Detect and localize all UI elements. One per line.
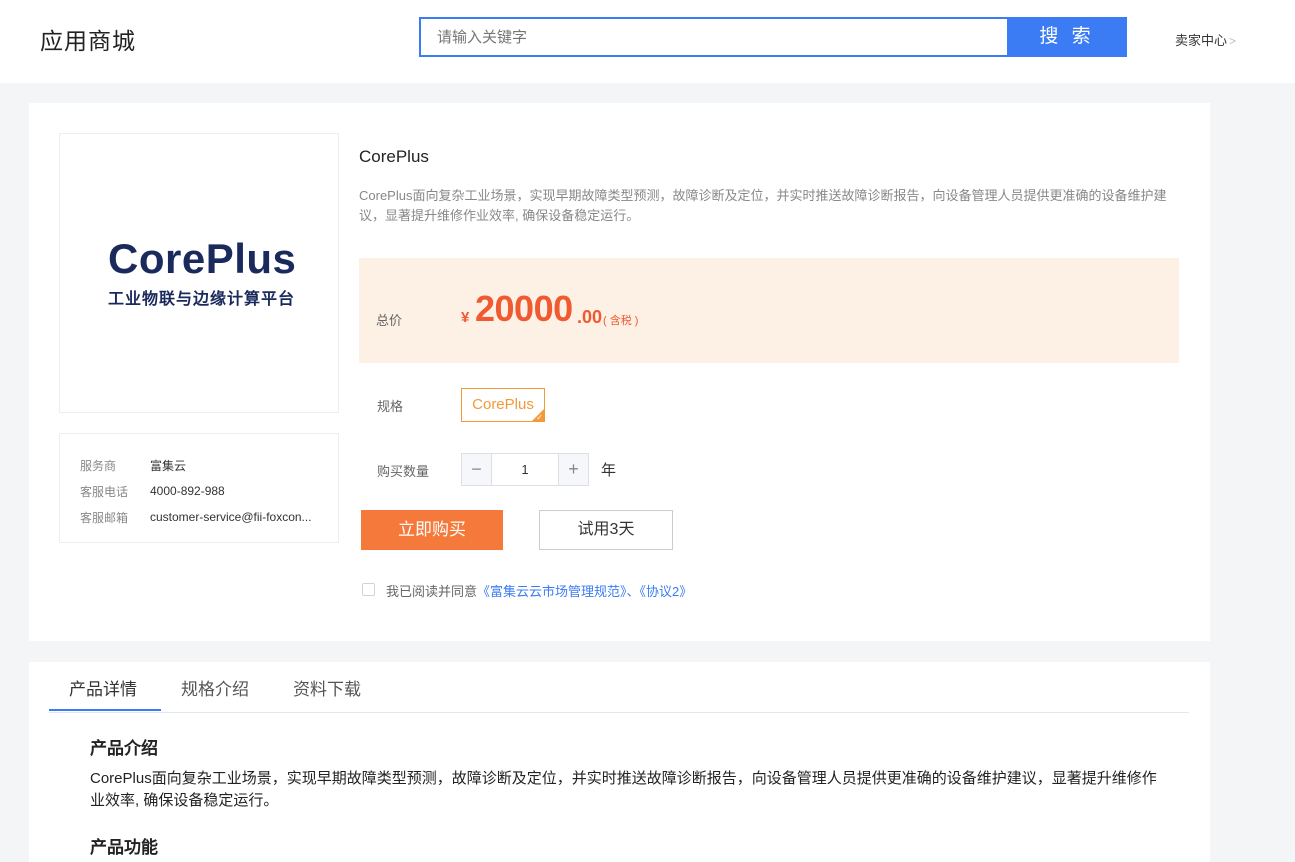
price-label: 总价 — [376, 313, 403, 328]
section-body-intro: CorePlus面向复杂工业场景，实现早期故障类型预测，故障诊断及定位，并实时推… — [90, 770, 1157, 809]
tab-downloads[interactable]: 资料下载 — [293, 675, 361, 700]
vendor-row-phone: 客服电话 4000-892-988 — [60, 478, 338, 504]
section-title-features: 产品功能 — [90, 838, 158, 857]
decrement-button[interactable]: − — [462, 454, 492, 485]
price-integer: 20000 — [475, 288, 573, 329]
agreement-link-protocol-2[interactable]: 《协议2》 — [640, 584, 693, 599]
section-title-intro: 产品介绍 — [90, 739, 158, 758]
checkmark-icon: ✓ — [536, 413, 543, 422]
vendor-row-provider: 服务商 富集云 — [60, 452, 338, 478]
tab-product-details[interactable]: 产品详情 — [69, 675, 137, 700]
vendor-value: 4000-892-988 — [150, 484, 225, 498]
increment-button[interactable]: + — [558, 454, 588, 485]
price-tax-note: ( 含税 ) — [603, 315, 639, 327]
quantity-label: 购买数量 — [377, 464, 430, 479]
product-name: CorePlus — [359, 147, 429, 166]
app-title[interactable]: 应用商城 — [40, 22, 136, 56]
vendor-row-email: 客服邮箱 customer-service@fii-foxcon... — [60, 504, 338, 530]
quantity-stepper: − 1 + — [461, 453, 589, 486]
quantity-input[interactable]: 1 — [492, 454, 558, 485]
vendor-label: 客服邮箱 — [80, 510, 129, 525]
agreement-link-market-rules[interactable]: 《富集云云市场管理规范》 — [477, 584, 627, 599]
vendor-value: 富集云 — [150, 458, 187, 473]
chevron-right-icon: > — [1229, 34, 1237, 48]
search-button[interactable]: 搜 索 — [1007, 17, 1127, 57]
detail-card: 产品详情 规格介绍 资料下载 产品介绍 CorePlus面向复杂工业场景，实现早… — [29, 662, 1210, 862]
quantity-unit: 年 — [601, 462, 617, 479]
price-panel: 总价 ¥ 20000 .00 ( 含税 ) — [359, 258, 1179, 363]
logo-subtitle: 工业物联与边缘计算平台 — [108, 291, 296, 308]
product-description: CorePlus面向复杂工业场景，实现早期故障类型预测，故障诊断及定位，并实时推… — [359, 188, 1167, 223]
vendor-value: customer-service@fii-foxcon... — [150, 510, 312, 524]
price-currency: ¥ — [461, 309, 470, 326]
agreement-checkbox[interactable] — [362, 583, 375, 596]
trial-button[interactable]: 试用3天 — [539, 510, 673, 550]
vendor-label: 客服电话 — [80, 484, 129, 499]
product-card: CorePlus 工业物联与边缘计算平台 服务商 富集云 客服电话 4000-8… — [29, 103, 1210, 641]
vendor-label: 服务商 — [80, 458, 117, 473]
product-logo: CorePlus 工业物联与边缘计算平台 — [59, 133, 339, 413]
seller-center-link[interactable]: 卖家中心 > — [1175, 30, 1236, 49]
spec-option-label: CorePlus — [472, 396, 534, 413]
buy-now-button[interactable]: 立即购买 — [361, 510, 503, 550]
agreement-prefix: 我已阅读并同意 — [386, 584, 478, 599]
seller-center-label: 卖家中心 — [1175, 33, 1228, 48]
spec-label: 规格 — [377, 399, 404, 414]
search-input[interactable] — [419, 17, 1008, 57]
vendor-info: 服务商 富集云 客服电话 4000-892-988 客服邮箱 customer-… — [59, 433, 339, 543]
agreement-separator: 、 — [626, 584, 640, 599]
agreement-text: 我已阅读并同意《富集云云市场管理规范》、《协议2》 — [386, 581, 692, 600]
top-header: 应用商城 搜 索 卖家中心> — [0, 0, 1295, 83]
spec-option-coreplus[interactable]: CorePlus ✓ — [461, 388, 545, 422]
detail-tabs: 产品详情 规格介绍 资料下载 — [49, 662, 1189, 713]
active-tab-indicator — [49, 709, 161, 711]
logo-wordmark: CorePlus — [108, 235, 297, 282]
tab-spec-intro[interactable]: 规格介绍 — [181, 675, 249, 700]
price-decimal: .00 — [577, 307, 603, 327]
